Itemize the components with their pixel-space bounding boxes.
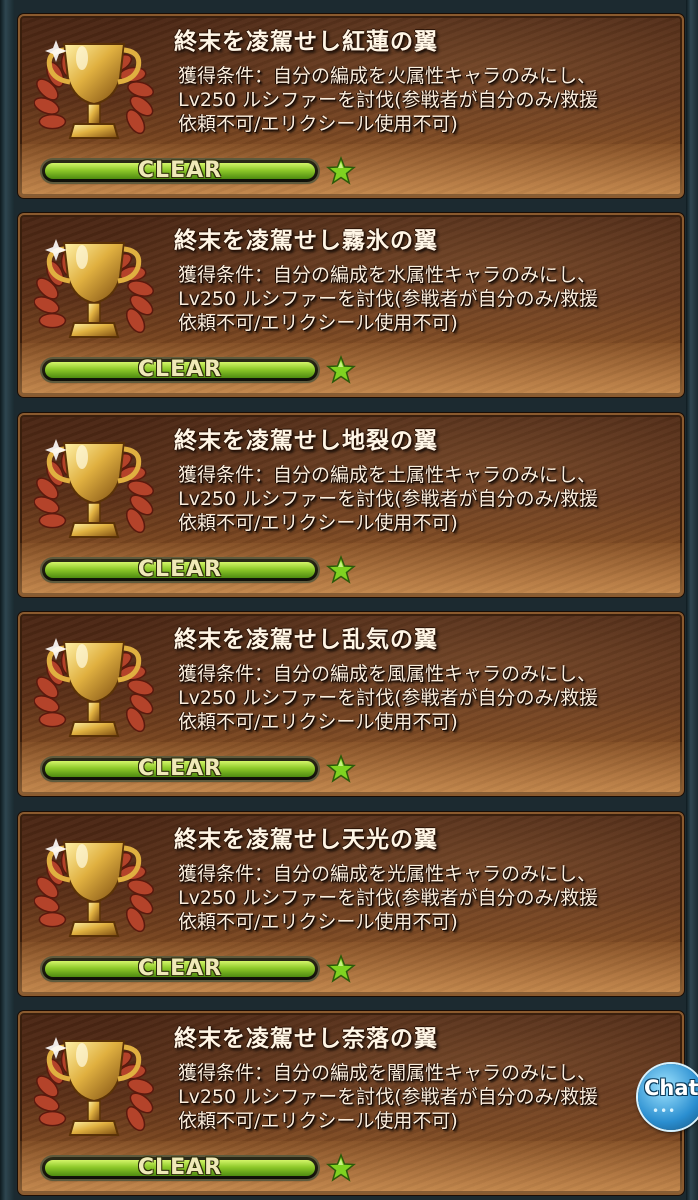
achievement-condition: 獲得条件：自分の編成を火属性キャラのみにし、 Lv250 ルシファーを討伐(参戦…	[178, 65, 598, 135]
clear-status: CLEAR	[137, 158, 223, 183]
star-icon	[325, 953, 357, 984]
progress-bar: CLEAR	[42, 160, 318, 182]
achievement-condition: 獲得条件：自分の編成を闇属性キャラのみにし、 Lv250 ルシファーを討伐(参戦…	[178, 1062, 598, 1132]
achievement-card[interactable]: 終末を凌駕せし霧氷の翼獲得条件：自分の編成を水属性キャラのみにし、 Lv250 …	[18, 213, 684, 397]
star-icon	[325, 554, 357, 585]
left-frame	[0, 0, 14, 1200]
achievement-condition: 獲得条件：自分の編成を土属性キャラのみにし、 Lv250 ルシファーを討伐(参戦…	[178, 464, 598, 534]
achievement-title: 終末を凌駕せし天光の翼	[174, 827, 438, 853]
achievement-card[interactable]: 終末を凌駕せし奈落の翼獲得条件：自分の編成を闇属性キャラのみにし、 Lv250 …	[18, 1011, 684, 1195]
chat-dots: •••	[652, 1104, 677, 1118]
achievement-card[interactable]: 終末を凌駕せし天光の翼獲得条件：自分の編成を光属性キャラのみにし、 Lv250 …	[18, 812, 684, 996]
star-icon	[325, 753, 357, 784]
star-icon	[325, 1152, 357, 1183]
chat-label: Chat	[644, 1076, 698, 1100]
achievement-title: 終末を凌駕せし乱気の翼	[174, 627, 438, 653]
achievement-condition: 獲得条件：自分の編成を水属性キャラのみにし、 Lv250 ルシファーを討伐(参戦…	[178, 264, 598, 334]
trophy-icon	[33, 624, 154, 752]
achievement-card[interactable]: 終末を凌駕せし地裂の翼獲得条件：自分の編成を土属性キャラのみにし、 Lv250 …	[18, 413, 684, 597]
chat-button[interactable]: Chat •••	[638, 1064, 698, 1130]
trophy-icon	[33, 1023, 154, 1151]
achievement-card[interactable]: 終末を凌駕せし乱気の翼獲得条件：自分の編成を風属性キャラのみにし、 Lv250 …	[18, 612, 684, 796]
progress-bar: CLEAR	[42, 958, 318, 980]
achievement-title: 終末を凌駕せし奈落の翼	[174, 1026, 438, 1052]
achievement-title: 終末を凌駕せし地裂の翼	[174, 428, 438, 454]
trophy-icon	[33, 425, 154, 553]
achievement-condition: 獲得条件：自分の編成を光属性キャラのみにし、 Lv250 ルシファーを討伐(参戦…	[178, 863, 598, 933]
progress-bar: CLEAR	[42, 1157, 318, 1179]
trophy-icon	[33, 824, 154, 952]
star-icon	[325, 354, 357, 385]
clear-status: CLEAR	[137, 357, 223, 382]
achievement-title: 終末を凌駕せし霧氷の翼	[174, 228, 438, 254]
progress-bar: CLEAR	[42, 559, 318, 581]
trophy-icon	[33, 26, 154, 154]
clear-status: CLEAR	[137, 956, 223, 981]
achievement-title: 終末を凌駕せし紅蓮の翼	[174, 29, 438, 55]
progress-bar: CLEAR	[42, 359, 318, 381]
achievement-condition: 獲得条件：自分の編成を風属性キャラのみにし、 Lv250 ルシファーを討伐(参戦…	[178, 663, 598, 733]
trophy-icon	[33, 225, 154, 353]
clear-status: CLEAR	[137, 1155, 223, 1180]
achievement-card[interactable]: 終末を凌駕せし紅蓮の翼獲得条件：自分の編成を火属性キャラのみにし、 Lv250 …	[18, 14, 684, 198]
clear-status: CLEAR	[137, 756, 223, 781]
star-icon	[325, 155, 357, 186]
right-frame	[686, 0, 698, 1200]
progress-bar: CLEAR	[42, 758, 318, 780]
clear-status: CLEAR	[137, 557, 223, 582]
